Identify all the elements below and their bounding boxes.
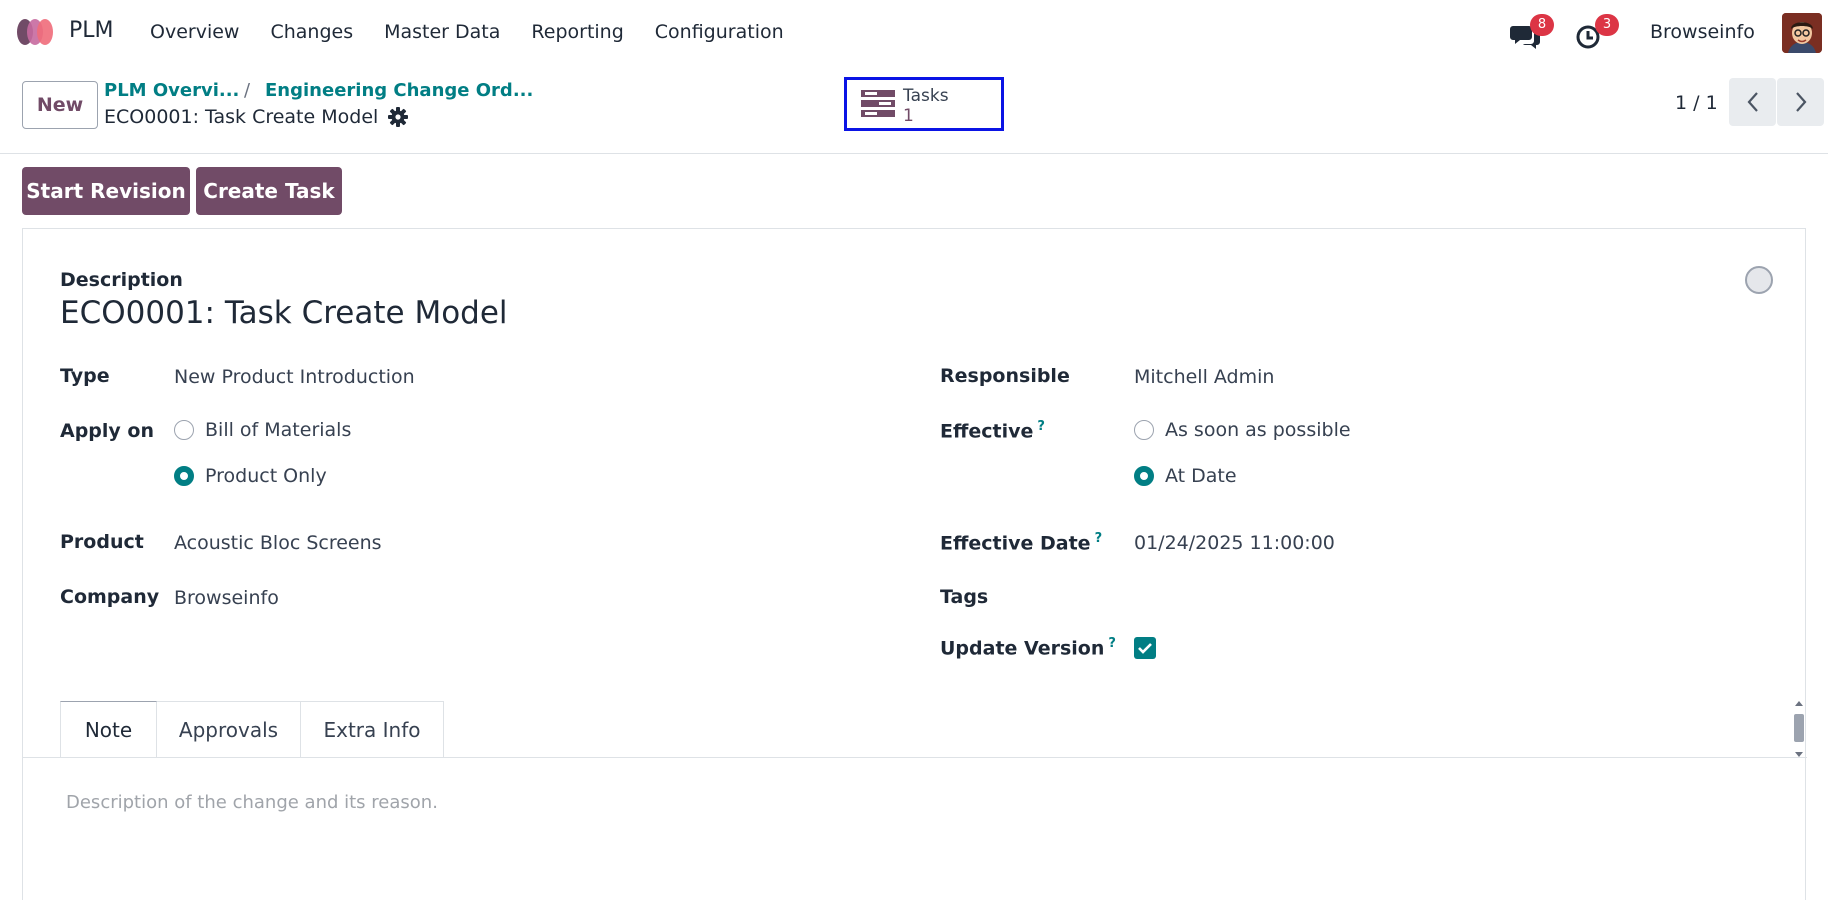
new-button[interactable]: New [22,81,98,129]
effective-date-label-text: Effective Date [940,532,1091,555]
breadcrumb-separator: / [244,80,251,101]
status-indicator-icon[interactable] [1745,266,1773,294]
tabs-divider [23,757,1807,758]
main-menu: Overview Changes Master Data Reporting C… [150,21,815,43]
tags-label: Tags [940,586,989,608]
menu-master-data[interactable]: Master Data [384,21,500,43]
top-navbar: PLM Overview Changes Master Data Reporti… [0,0,1828,64]
type-field[interactable]: New Product Introduction [174,366,415,388]
breadcrumb-current-record: ECO0001: Task Create Model [104,106,379,128]
responsible-label: Responsible [940,365,1070,387]
apply-on-bom-radio[interactable] [174,420,194,440]
update-version-help-icon[interactable]: ? [1108,636,1116,651]
breadcrumb-plm-overview[interactable]: PLM Overvi... [104,80,239,101]
effective-date-help-icon[interactable]: ? [1095,531,1103,546]
create-task-button[interactable]: Create Task [196,167,342,215]
update-version-label-text: Update Version [940,637,1105,660]
tab-extra-info[interactable]: Extra Info [301,701,444,758]
control-panel: New PLM Overvi... / Engineering Change O… [0,64,1828,154]
tab-approvals[interactable]: Approvals [157,701,301,758]
effective-date-field[interactable]: 01/24/2025 11:00:00 [1134,532,1335,554]
pager-next-button[interactable] [1777,78,1824,126]
menu-reporting[interactable]: Reporting [531,21,623,43]
product-label: Product [60,531,144,553]
form-sheet: Description ECO0001: Task Create Model T… [22,228,1807,900]
menu-configuration[interactable]: Configuration [655,21,784,43]
plm-app-logo-icon[interactable] [16,18,58,46]
apply-on-bom-label[interactable]: Bill of Materials [205,419,351,441]
update-version-label: Update Version? [940,636,1116,659]
effective-label: Effective? [940,419,1045,442]
notebook-tabs: Note Approvals Extra Info [60,701,444,758]
chevron-right-icon [1795,92,1806,112]
apply-on-label: Apply on [60,420,154,442]
description-label: Description [60,269,183,291]
effective-asap-label[interactable]: As soon as possible [1165,419,1351,441]
avatar-face-icon [1782,13,1822,53]
company-field[interactable]: Browseinfo [174,587,279,609]
update-version-checkbox[interactable] [1134,637,1156,659]
effective-asap-radio[interactable] [1134,420,1154,440]
chevron-left-icon [1747,92,1758,112]
menu-overview[interactable]: Overview [150,21,239,43]
user-avatar[interactable] [1782,13,1822,53]
tasks-smart-button[interactable]: Tasks 1 [844,77,1004,131]
pager-value[interactable]: 1 / 1 [1675,92,1718,114]
messages-badge: 8 [1530,14,1554,36]
effective-help-icon[interactable]: ? [1037,419,1045,434]
breadcrumb-eco[interactable]: Engineering Change Ord... [265,80,533,101]
tasks-smart-button-count: 1 [903,106,914,126]
effective-date-label: Effective Date? [940,531,1102,554]
responsible-field[interactable]: Mitchell Admin [1134,366,1274,388]
note-placeholder[interactable]: Description of the change and its reason… [66,792,438,813]
tasks-smart-button-label: Tasks [903,86,949,106]
product-field[interactable]: Acoustic Bloc Screens [174,532,382,554]
apply-on-product-label[interactable]: Product Only [205,465,327,487]
tasks-stack-icon [861,90,895,117]
user-name[interactable]: Browseinfo [1650,21,1755,43]
apply-on-product-radio[interactable] [174,466,194,486]
activities-badge: 3 [1595,14,1619,36]
effective-label-text: Effective [940,420,1034,443]
gear-icon[interactable] [388,107,408,127]
scrollbar[interactable] [1792,700,1806,758]
menu-changes[interactable]: Changes [270,21,353,43]
app-name[interactable]: PLM [69,18,114,43]
type-label: Type [60,365,110,387]
pager-previous-button[interactable] [1729,78,1776,126]
checkmark-icon [1138,643,1152,654]
effective-at-date-label[interactable]: At Date [1165,465,1237,487]
effective-at-date-radio[interactable] [1134,466,1154,486]
start-revision-button[interactable]: Start Revision [22,167,190,215]
record-title[interactable]: ECO0001: Task Create Model [60,295,508,331]
messages-button[interactable]: 8 [1510,14,1554,50]
activities-button[interactable]: 3 [1575,14,1619,50]
tab-note[interactable]: Note [60,701,157,758]
company-label: Company [60,586,160,608]
